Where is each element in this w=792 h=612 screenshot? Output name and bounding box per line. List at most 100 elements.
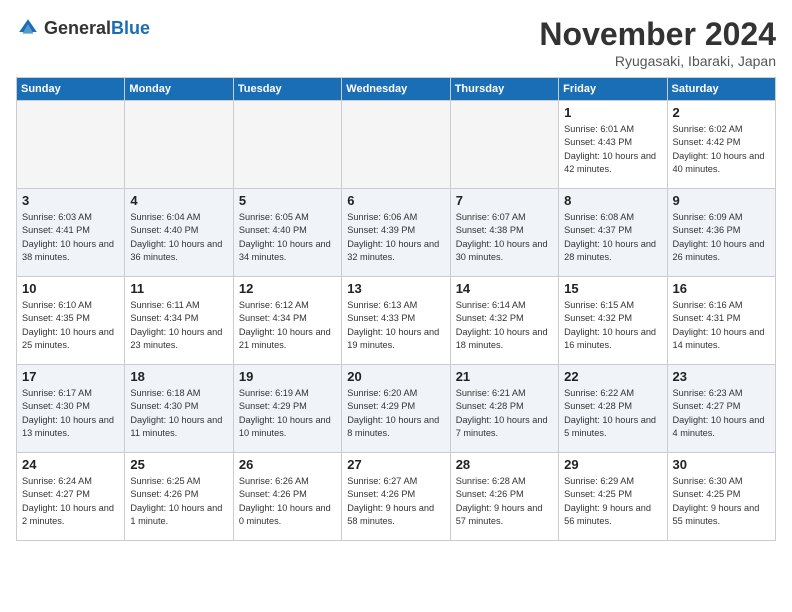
day-number: 6 <box>347 193 444 208</box>
day-header-tuesday: Tuesday <box>233 78 341 101</box>
day-info: Sunrise: 6:08 AMSunset: 4:37 PMDaylight:… <box>564 211 661 264</box>
title-area: November 2024 Ryugasaki, Ibaraki, Japan <box>539 16 776 69</box>
day-info: Sunrise: 6:21 AMSunset: 4:28 PMDaylight:… <box>456 387 553 440</box>
calendar-cell <box>450 101 558 189</box>
calendar-cell: 13 Sunrise: 6:13 AMSunset: 4:33 PMDayligh… <box>342 277 450 365</box>
day-info: Sunrise: 6:05 AMSunset: 4:40 PMDaylight:… <box>239 211 336 264</box>
calendar-cell: 1Sunrise: 6:01 AMSunset: 4:43 PMDaylight… <box>559 101 667 189</box>
calendar-cell: 19 Sunrise: 6:19 AMSunset: 4:29 PMDayligh… <box>233 365 341 453</box>
calendar-cell: 11 Sunrise: 6:11 AMSunset: 4:34 PMDayligh… <box>125 277 233 365</box>
day-number: 4 <box>130 193 227 208</box>
calendar-cell: 7Sunrise: 6:07 AMSunset: 4:38 PMDaylight… <box>450 189 558 277</box>
day-info: Sunrise: 6:26 AMSunset: 4:26 PMDaylight:… <box>239 475 336 528</box>
day-header-friday: Friday <box>559 78 667 101</box>
day-number: 28 <box>456 457 553 472</box>
logo-icon <box>16 16 40 40</box>
day-number: 9 <box>673 193 770 208</box>
day-info: Sunrise: 6:22 AMSunset: 4:28 PMDaylight:… <box>564 387 661 440</box>
logo: GeneralBlue <box>16 16 150 40</box>
calendar-cell: 8 Sunrise: 6:08 AMSunset: 4:37 PMDaylight… <box>559 189 667 277</box>
calendar-cell: 4 Sunrise: 6:04 AMSunset: 4:40 PMDaylight… <box>125 189 233 277</box>
day-number: 24 <box>22 457 119 472</box>
day-info: Sunrise: 6:30 AMSunset: 4:25 PMDaylight:… <box>673 475 770 528</box>
calendar-week-3: 17 Sunrise: 6:17 AMSunset: 4:30 PMDayligh… <box>17 365 776 453</box>
day-number: 15 <box>564 281 661 296</box>
day-info: Sunrise: 6:27 AMSunset: 4:26 PMDaylight:… <box>347 475 444 528</box>
day-header-saturday: Saturday <box>667 78 775 101</box>
day-info: Sunrise: 6:10 AMSunset: 4:35 PMDaylight:… <box>22 299 119 352</box>
calendar-cell: 30Sunrise: 6:30 AMSunset: 4:25 PMDayligh… <box>667 453 775 541</box>
day-number: 27 <box>347 457 444 472</box>
calendar-week-4: 24 Sunrise: 6:24 AMSunset: 4:27 PMDayligh… <box>17 453 776 541</box>
day-number: 23 <box>673 369 770 384</box>
day-info: Sunrise: 6:03 AMSunset: 4:41 PMDaylight:… <box>22 211 119 264</box>
day-info: Sunrise: 6:20 AMSunset: 4:29 PMDaylight:… <box>347 387 444 440</box>
calendar-body: 1Sunrise: 6:01 AMSunset: 4:43 PMDaylight… <box>17 101 776 541</box>
header: GeneralBlue November 2024 Ryugasaki, Iba… <box>16 16 776 69</box>
day-number: 10 <box>22 281 119 296</box>
day-info: Sunrise: 6:25 AMSunset: 4:26 PMDaylight:… <box>130 475 227 528</box>
calendar-cell: 27 Sunrise: 6:27 AMSunset: 4:26 PMDayligh… <box>342 453 450 541</box>
calendar-table: SundayMondayTuesdayWednesdayThursdayFrid… <box>16 77 776 541</box>
day-info: Sunrise: 6:24 AMSunset: 4:27 PMDaylight:… <box>22 475 119 528</box>
day-info: Sunrise: 6:17 AMSunset: 4:30 PMDaylight:… <box>22 387 119 440</box>
day-info: Sunrise: 6:12 AMSunset: 4:34 PMDaylight:… <box>239 299 336 352</box>
day-header-thursday: Thursday <box>450 78 558 101</box>
day-number: 2 <box>673 105 770 120</box>
location-title: Ryugasaki, Ibaraki, Japan <box>539 53 776 69</box>
calendar-cell: 29Sunrise: 6:29 AMSunset: 4:25 PMDayligh… <box>559 453 667 541</box>
calendar-header-row: SundayMondayTuesdayWednesdayThursdayFrid… <box>17 78 776 101</box>
day-number: 19 <box>239 369 336 384</box>
day-header-wednesday: Wednesday <box>342 78 450 101</box>
day-info: Sunrise: 6:04 AMSunset: 4:40 PMDaylight:… <box>130 211 227 264</box>
day-number: 17 <box>22 369 119 384</box>
day-number: 18 <box>130 369 227 384</box>
day-info: Sunrise: 6:09 AMSunset: 4:36 PMDaylight:… <box>673 211 770 264</box>
calendar-cell: 25 Sunrise: 6:25 AMSunset: 4:26 PMDayligh… <box>125 453 233 541</box>
calendar-week-0: 1Sunrise: 6:01 AMSunset: 4:43 PMDaylight… <box>17 101 776 189</box>
day-info: Sunrise: 6:13 AMSunset: 4:33 PMDaylight:… <box>347 299 444 352</box>
day-number: 22 <box>564 369 661 384</box>
calendar-cell: 5 Sunrise: 6:05 AMSunset: 4:40 PMDaylight… <box>233 189 341 277</box>
day-number: 5 <box>239 193 336 208</box>
calendar-cell: 18Sunrise: 6:18 AMSunset: 4:30 PMDayligh… <box>125 365 233 453</box>
calendar-cell: 2 Sunrise: 6:02 AMSunset: 4:42 PMDaylight… <box>667 101 775 189</box>
calendar-week-2: 10 Sunrise: 6:10 AMSunset: 4:35 PMDayligh… <box>17 277 776 365</box>
day-number: 12 <box>239 281 336 296</box>
day-number: 8 <box>564 193 661 208</box>
day-number: 16 <box>673 281 770 296</box>
day-number: 25 <box>130 457 227 472</box>
calendar-cell: 20 Sunrise: 6:20 AMSunset: 4:29 PMDayligh… <box>342 365 450 453</box>
calendar-cell: 3Sunrise: 6:03 AMSunset: 4:41 PMDaylight… <box>17 189 125 277</box>
day-info: Sunrise: 6:02 AMSunset: 4:42 PMDaylight:… <box>673 123 770 176</box>
day-info: Sunrise: 6:23 AMSunset: 4:27 PMDaylight:… <box>673 387 770 440</box>
calendar-cell <box>233 101 341 189</box>
day-number: 13 <box>347 281 444 296</box>
day-number: 20 <box>347 369 444 384</box>
day-number: 11 <box>130 281 227 296</box>
day-info: Sunrise: 6:14 AMSunset: 4:32 PMDaylight:… <box>456 299 553 352</box>
day-header-sunday: Sunday <box>17 78 125 101</box>
calendar-week-1: 3Sunrise: 6:03 AMSunset: 4:41 PMDaylight… <box>17 189 776 277</box>
day-info: Sunrise: 6:15 AMSunset: 4:32 PMDaylight:… <box>564 299 661 352</box>
calendar-cell <box>342 101 450 189</box>
calendar-cell <box>17 101 125 189</box>
calendar-cell <box>125 101 233 189</box>
day-info: Sunrise: 6:19 AMSunset: 4:29 PMDaylight:… <box>239 387 336 440</box>
month-title: November 2024 <box>539 16 776 53</box>
calendar-cell: 12 Sunrise: 6:12 AMSunset: 4:34 PMDayligh… <box>233 277 341 365</box>
logo-general-text: General <box>44 18 111 38</box>
calendar-cell: 21Sunrise: 6:21 AMSunset: 4:28 PMDayligh… <box>450 365 558 453</box>
calendar-cell: 15 Sunrise: 6:15 AMSunset: 4:32 PMDayligh… <box>559 277 667 365</box>
day-info: Sunrise: 6:11 AMSunset: 4:34 PMDaylight:… <box>130 299 227 352</box>
calendar-cell: 9 Sunrise: 6:09 AMSunset: 4:36 PMDaylight… <box>667 189 775 277</box>
day-number: 29 <box>564 457 661 472</box>
calendar-cell: 23 Sunrise: 6:23 AMSunset: 4:27 PMDayligh… <box>667 365 775 453</box>
day-header-monday: Monday <box>125 78 233 101</box>
calendar-cell: 6Sunrise: 6:06 AMSunset: 4:39 PMDaylight… <box>342 189 450 277</box>
logo-blue-text: Blue <box>111 18 150 38</box>
day-number: 1 <box>564 105 661 120</box>
day-info: Sunrise: 6:16 AMSunset: 4:31 PMDaylight:… <box>673 299 770 352</box>
day-info: Sunrise: 6:28 AMSunset: 4:26 PMDaylight:… <box>456 475 553 528</box>
calendar-cell: 22 Sunrise: 6:22 AMSunset: 4:28 PMDayligh… <box>559 365 667 453</box>
